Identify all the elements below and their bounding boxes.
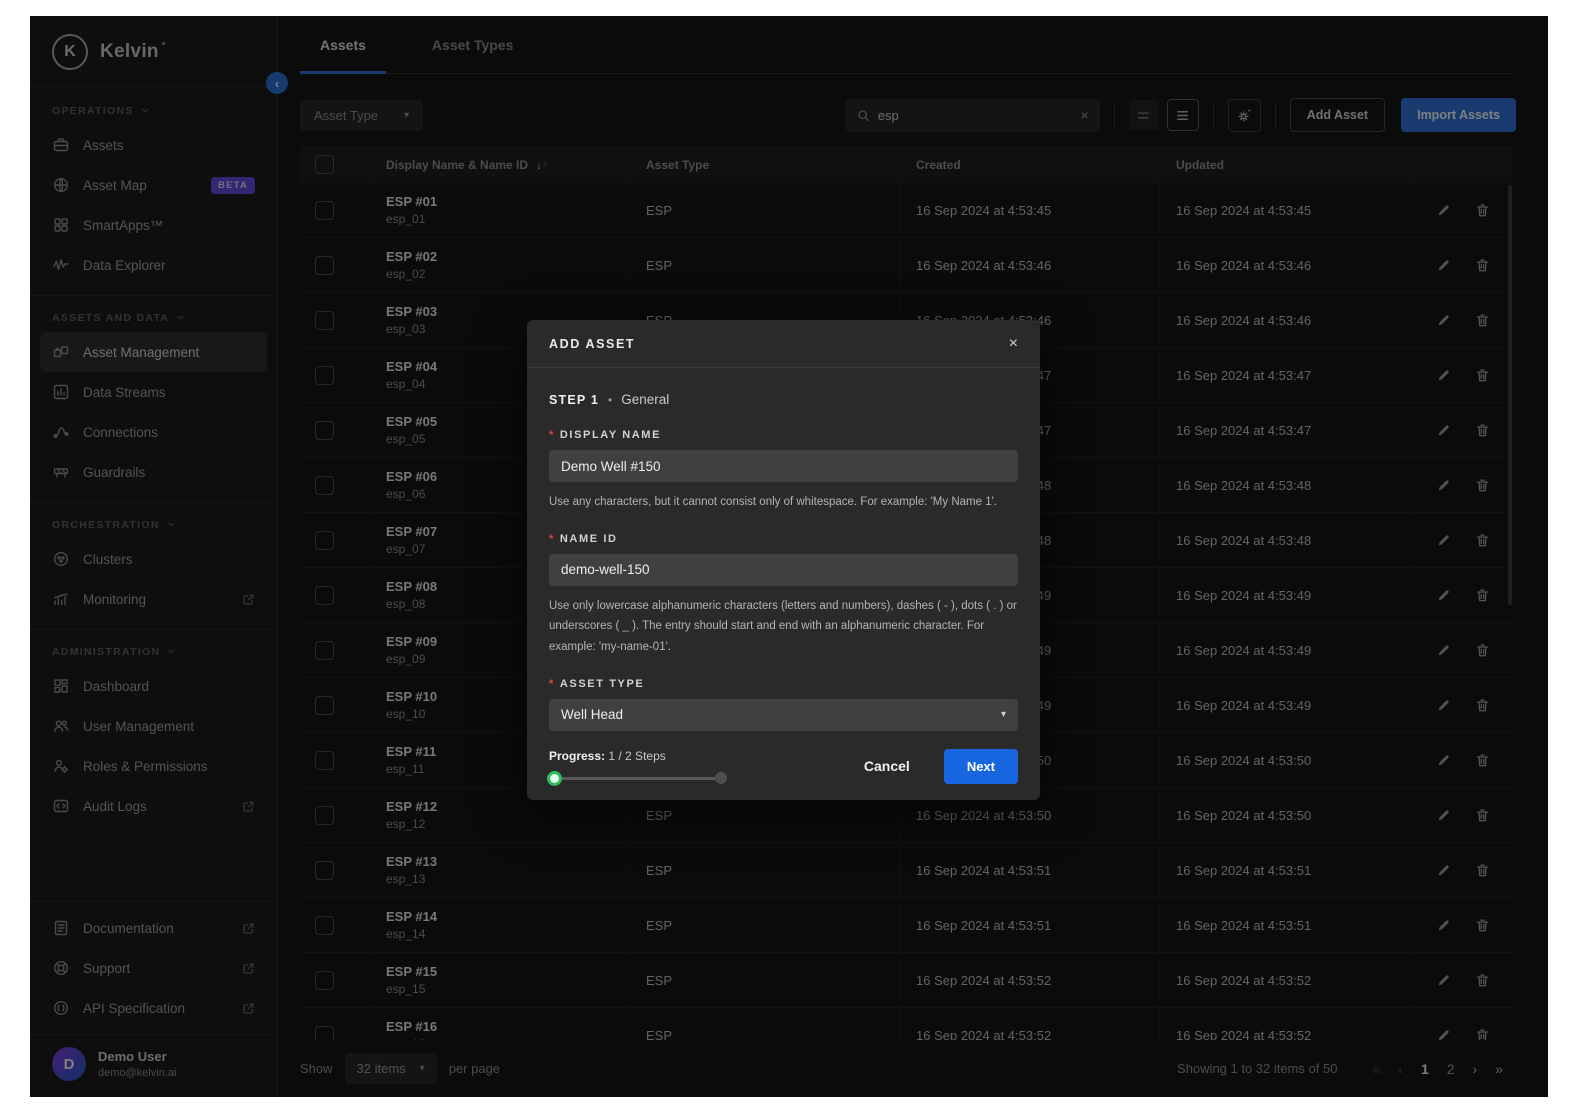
add-asset-modal: ADD ASSET × STEP 1 • General * DISPLAY NA… <box>527 320 1040 800</box>
display-name-field-group: *DISPLAY NAME Use any characters, but it… <box>549 429 1018 513</box>
display-name-input[interactable] <box>549 450 1018 482</box>
asset-type-select[interactable]: Well Head ▾ <box>549 698 1018 731</box>
close-icon[interactable]: × <box>1009 335 1018 352</box>
required-asterisk: * <box>549 677 555 690</box>
required-asterisk: * <box>549 429 555 441</box>
name-id-label: * NAME ID <box>549 532 618 545</box>
display-name-label: * DISPLAY NAME <box>549 429 661 441</box>
name-id-input[interactable] <box>549 553 1018 586</box>
current-step-thumb[interactable] <box>547 770 562 786</box>
required-asterisk: * <box>549 532 555 545</box>
step-progress-slider[interactable] <box>547 770 727 786</box>
next-button[interactable]: Next <box>943 748 1018 784</box>
bullet-icon: • <box>608 392 613 407</box>
modal-footer: Progress: 1 / 2 Steps Cancel Next <box>527 739 1040 800</box>
progress-text: 1 / 2 Steps <box>608 748 666 763</box>
progress-label: Progress: <box>549 748 606 763</box>
final-step-thumb <box>715 771 727 784</box>
chevron-down-icon: ▾ <box>1000 709 1006 721</box>
app-window: K Kelvin OPERATIONS Assets Asset Map BETA Sm… <box>30 16 1548 1097</box>
display-name-hint: Use any characters, but it cannot consis… <box>549 496 997 508</box>
progress-block: Progress: 1 / 2 Steps <box>547 748 727 786</box>
asset-type-field-group: * ASSET TYPE Well Head ▾ <box>549 678 1018 731</box>
step-indicator: STEP 1 • General <box>549 392 670 407</box>
cancel-button[interactable]: Cancel <box>858 757 916 775</box>
name-id-field-group: *NAME ID Use only lowercase alphanumeric… <box>549 533 1018 658</box>
modal-header: ADD ASSET × <box>527 320 1040 368</box>
asset-type-label: * ASSET TYPE <box>549 677 645 690</box>
modal-body: STEP 1 • General *DISPLAY NAME Use any c… <box>527 368 1040 739</box>
modal-title: ADD ASSET <box>549 336 636 351</box>
name-id-hint: Use only lowercase alphanumeric characte… <box>549 599 1017 654</box>
